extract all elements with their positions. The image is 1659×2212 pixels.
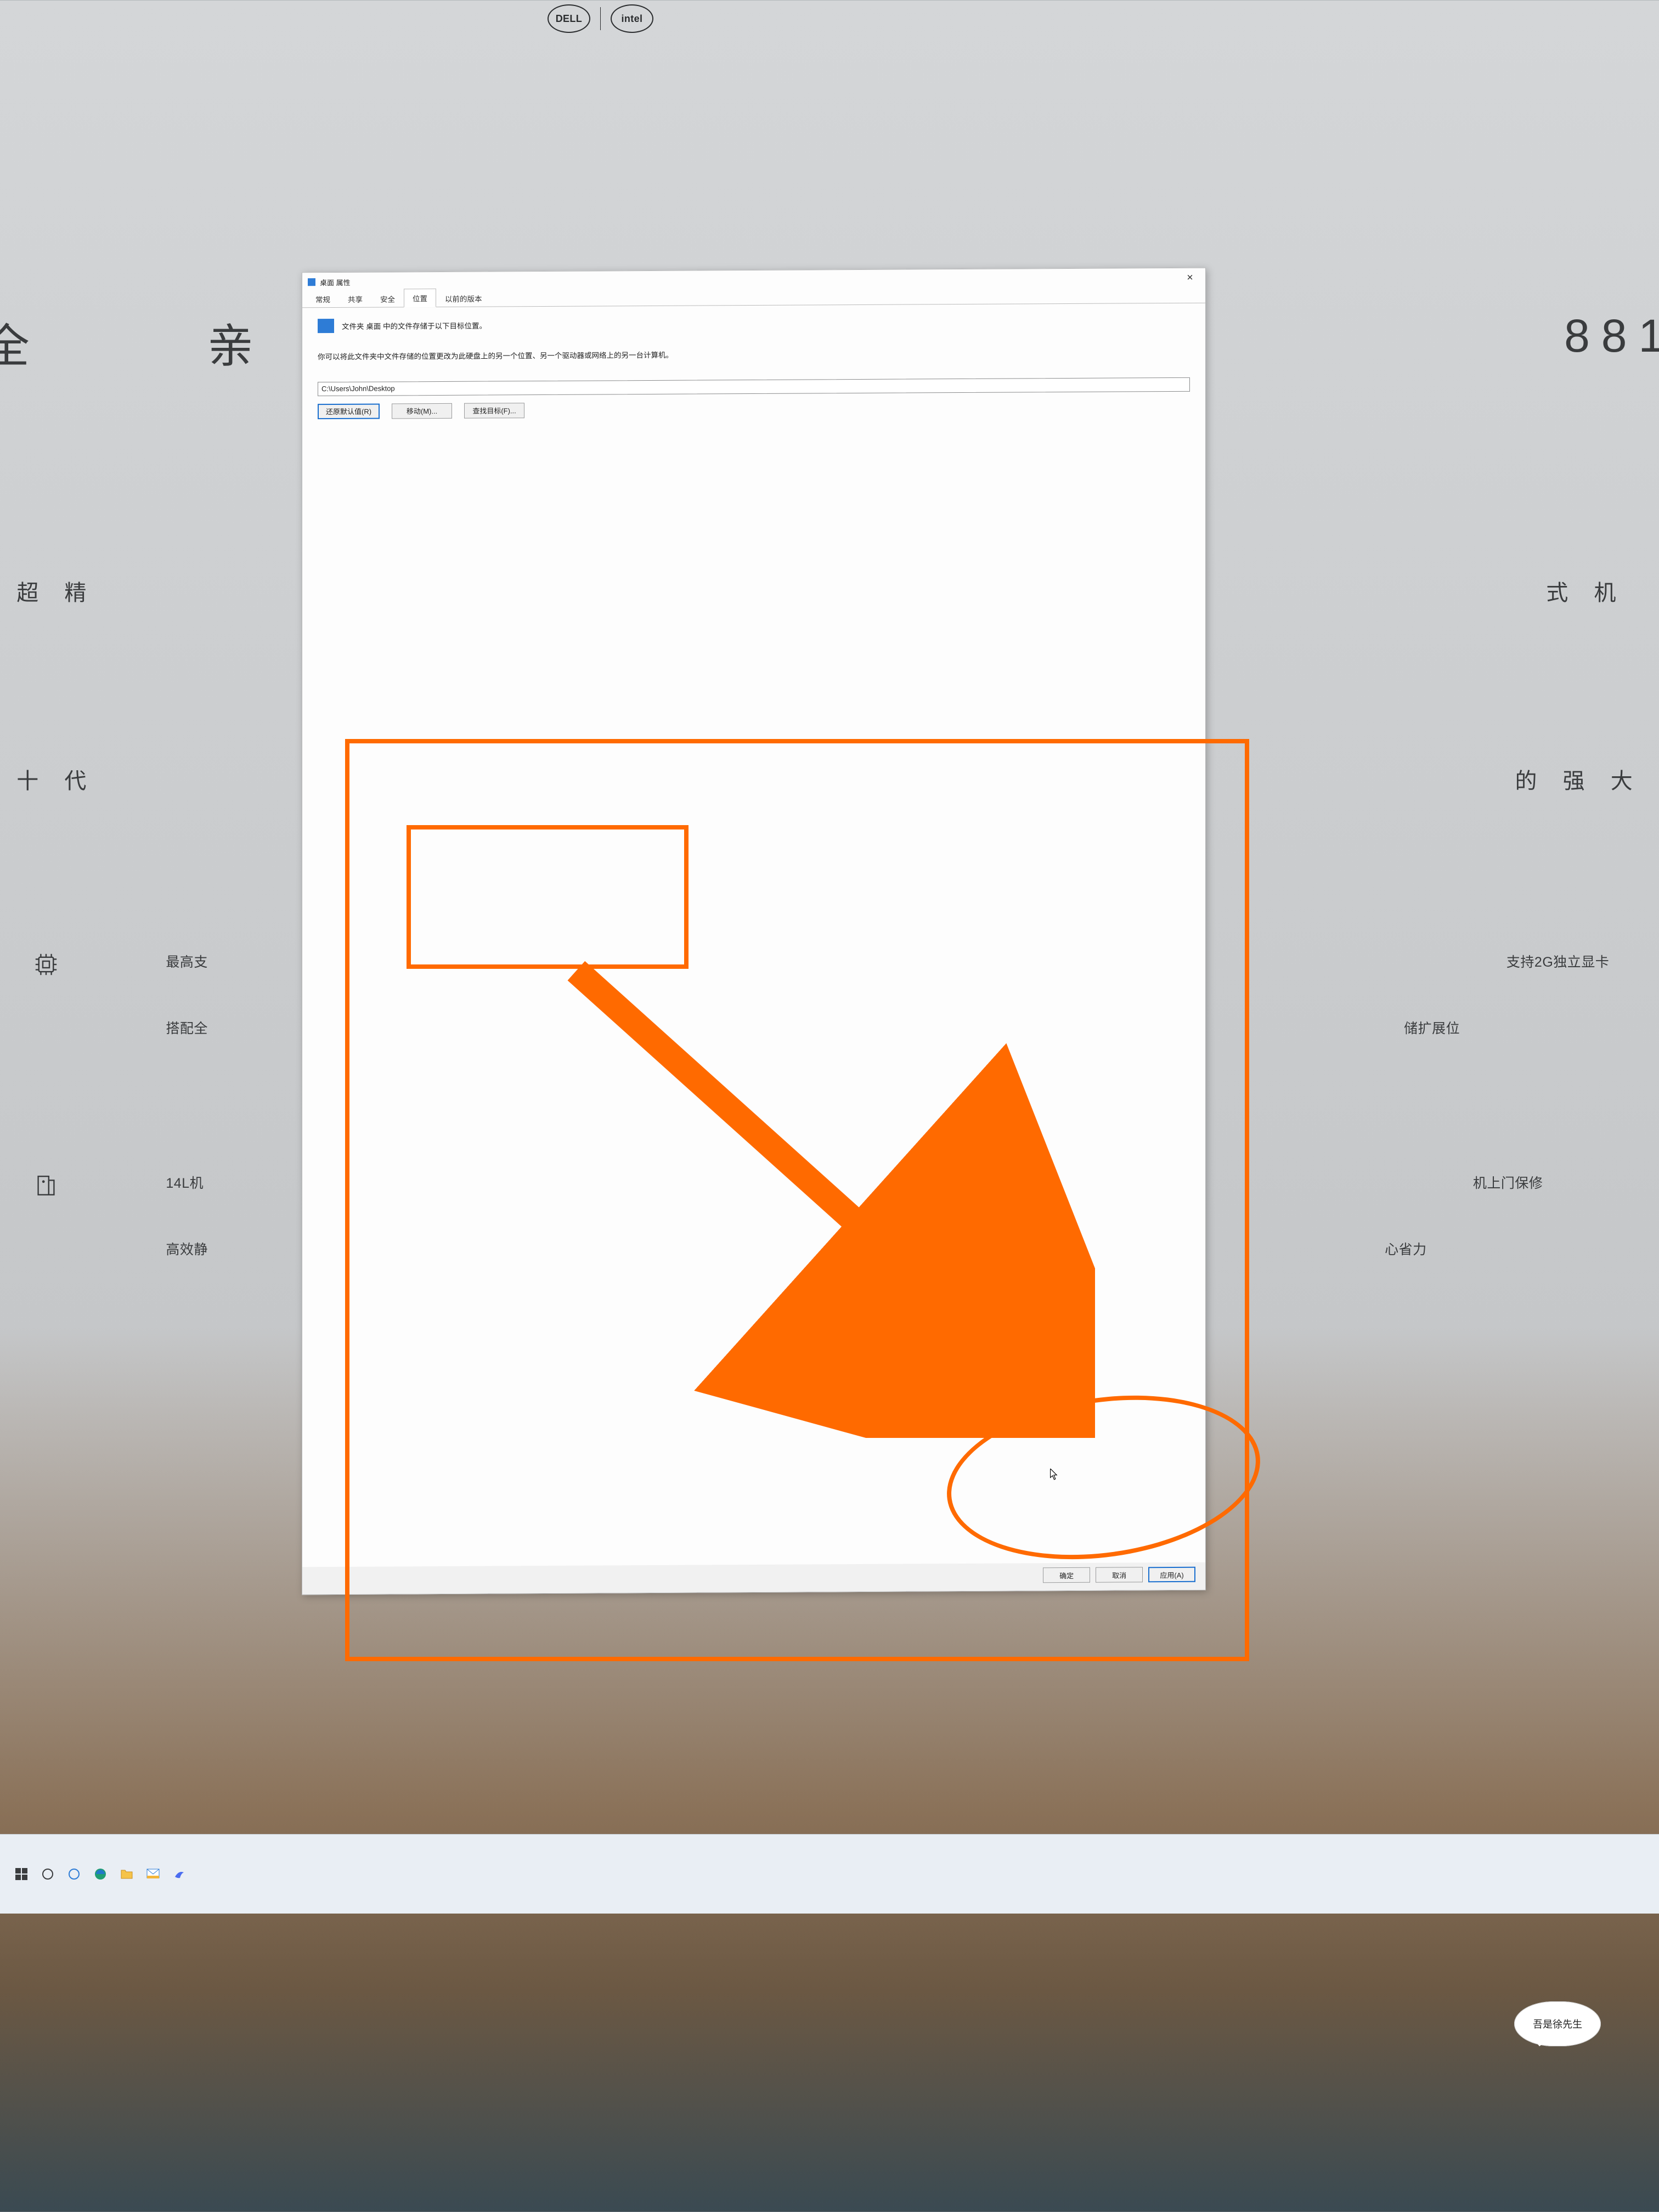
wallpaper-text: 最高支 bbox=[166, 951, 208, 971]
apply-button[interactable]: 应用(A) bbox=[1148, 1567, 1195, 1582]
find-target-button[interactable]: 查找目标(F)... bbox=[464, 403, 524, 419]
edge-button[interactable] bbox=[93, 1867, 108, 1881]
location-description-1: 文件夹 桌面 中的文件存储于以下目标位置。 bbox=[342, 319, 487, 331]
properties-dialog: 桌面 属性 ✕ 常规 共享 安全 位置 以前的版本 文件夹 桌面 中的文件存储于… bbox=[302, 268, 1206, 1595]
explorer-button[interactable] bbox=[120, 1867, 134, 1881]
tab-location[interactable]: 位置 bbox=[404, 289, 436, 307]
edge-icon bbox=[94, 1867, 107, 1881]
wallpaper-text: 全 bbox=[0, 309, 50, 376]
folder-icon bbox=[318, 319, 334, 333]
wallpaper-text: 的 强 大 bbox=[1515, 763, 1643, 795]
watermark-text: 吾是徐先生 bbox=[1533, 2019, 1582, 2030]
dell-logo: DELL bbox=[548, 4, 590, 33]
wallpaper-text: 超 精 bbox=[16, 575, 96, 607]
wallpaper-text: 亲 bbox=[207, 309, 274, 376]
wallpaper-text: 搭配全 bbox=[166, 1018, 208, 1037]
mail-button[interactable] bbox=[146, 1867, 160, 1881]
wallpaper-text: 高效静 bbox=[166, 1239, 208, 1259]
wallpaper-text: 式 机 bbox=[1546, 575, 1626, 607]
cancel-button[interactable]: 取消 bbox=[1096, 1567, 1143, 1582]
bird-icon bbox=[173, 1868, 185, 1880]
dialog-footer: 确定 取消 应用(A) bbox=[302, 1562, 1205, 1595]
desktop-folder-icon bbox=[308, 278, 315, 286]
move-button[interactable]: 移动(M)... bbox=[392, 403, 452, 419]
tower-icon bbox=[33, 1172, 59, 1199]
wallpaper-text: 支持2G独立显卡 bbox=[1506, 951, 1609, 971]
watermark-speech-bubble: 吾是徐先生 bbox=[1514, 2001, 1601, 2046]
mail-icon bbox=[146, 1869, 160, 1880]
intel-logo: intel bbox=[611, 4, 653, 33]
chip-icon bbox=[33, 951, 59, 978]
location-description-2: 你可以将此文件夹中文件存储的位置更改为此硬盘上的另一个位置、另一个驱动器或网络上… bbox=[318, 347, 1190, 363]
wallpaper-text: 心省力 bbox=[1385, 1239, 1427, 1259]
wallpaper-text: 机上门保修 bbox=[1473, 1172, 1543, 1192]
tab-share[interactable]: 共享 bbox=[339, 290, 371, 308]
wallpaper-text: 14L机 bbox=[166, 1172, 204, 1192]
mouse-cursor-icon bbox=[1050, 1469, 1058, 1480]
restore-default-button[interactable]: 还原默认值(R) bbox=[318, 403, 380, 419]
search-button[interactable] bbox=[41, 1867, 55, 1881]
location-tab-panel: 文件夹 桌面 中的文件存储于以下目标位置。 你可以将此文件夹中文件存储的位置更改… bbox=[302, 303, 1205, 1567]
search-icon bbox=[42, 1869, 53, 1880]
wallpaper-text: 十 代 bbox=[16, 763, 96, 795]
dialog-title: 桌面 属性 bbox=[320, 276, 351, 287]
cortana-button[interactable] bbox=[67, 1867, 81, 1881]
tab-previous[interactable]: 以前的版本 bbox=[436, 289, 491, 307]
windows-icon bbox=[15, 1868, 27, 1880]
wallpaper-text: 881 bbox=[1564, 309, 1659, 363]
taskbar bbox=[0, 1834, 1659, 1914]
cortana-icon bbox=[69, 1869, 80, 1880]
folder-icon bbox=[120, 1868, 133, 1880]
wallpaper-text: 储扩展位 bbox=[1404, 1018, 1460, 1037]
ok-button[interactable]: 确定 bbox=[1043, 1567, 1090, 1583]
path-input[interactable] bbox=[318, 377, 1190, 396]
start-button[interactable] bbox=[14, 1867, 29, 1881]
tab-general[interactable]: 常规 bbox=[307, 290, 339, 308]
close-button[interactable]: ✕ bbox=[1179, 269, 1201, 286]
tab-security[interactable]: 安全 bbox=[371, 289, 404, 307]
app-button[interactable] bbox=[172, 1867, 187, 1881]
logo-separator bbox=[600, 7, 601, 30]
wallpaper-logos: DELL intel bbox=[548, 4, 653, 33]
